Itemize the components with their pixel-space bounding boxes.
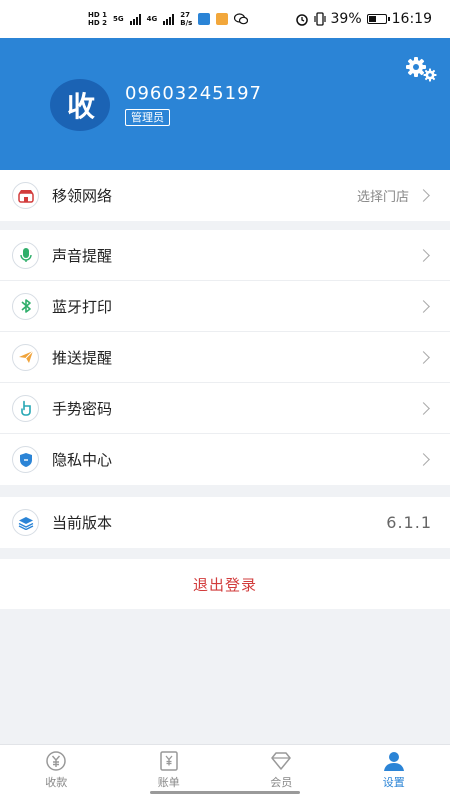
- network-5g-label: 5G: [112, 15, 124, 23]
- logout-button[interactable]: 退出登录: [0, 559, 450, 609]
- nav-label: 账单: [157, 776, 180, 789]
- chevron-right-icon: [417, 453, 430, 466]
- nav-label: 收款: [45, 776, 68, 789]
- version-label: 当前版本: [52, 514, 113, 532]
- settings-item-label: 手势密码: [52, 399, 113, 418]
- user-account: 09603245197: [125, 83, 262, 104]
- battery-percent: 39%: [330, 11, 362, 27]
- home-indicator[interactable]: [150, 791, 300, 794]
- chevron-right-icon: [417, 401, 430, 415]
- role-badge: 管理员: [125, 109, 170, 126]
- store-group: 移领网络 选择门店: [0, 170, 450, 221]
- settings-item-sound[interactable]: 声音提醒: [0, 230, 450, 281]
- signal-icon: [129, 13, 141, 25]
- nav-item-settings[interactable]: 设置: [338, 745, 450, 800]
- shield-icon: [12, 446, 39, 473]
- settings-item-label: 声音提醒: [52, 246, 113, 265]
- vibrate-icon: [313, 12, 326, 26]
- status-left: HD 1 HD 2 5G 4G 27 B/s: [88, 11, 249, 27]
- settings-item-label: 隐私中心: [52, 451, 113, 469]
- bill-icon: [160, 751, 178, 771]
- speed-unit: B/s: [180, 19, 193, 27]
- store-row[interactable]: 移领网络 选择门店: [0, 170, 450, 221]
- status-bar: HD 1 HD 2 5G 4G 27 B/s 39% 16:19: [0, 0, 450, 38]
- settings-gear-icon[interactable]: [404, 56, 438, 82]
- diamond-icon: [271, 752, 291, 770]
- chevron-right-icon: [417, 189, 430, 202]
- chevron-right-icon: [417, 299, 430, 313]
- message-notification-icon: [216, 13, 229, 25]
- nav-item-collect[interactable]: 收款: [0, 745, 113, 800]
- hd1-indicator: HD 1: [88, 11, 107, 19]
- profile-header: 收 09603245197 管理员: [0, 38, 450, 170]
- clock: 16:19: [391, 11, 432, 27]
- store-icon: [12, 182, 39, 209]
- alarm-icon: [295, 14, 308, 26]
- hd2-indicator: HD 2: [88, 19, 107, 27]
- signal-icon-2: [163, 13, 175, 25]
- settings-item-label: 蓝牙打印: [52, 297, 113, 316]
- settings-item-gesture[interactable]: 手势密码: [0, 383, 450, 434]
- bluetooth-icon: [12, 292, 39, 320]
- microphone-icon: [12, 241, 39, 269]
- user-icon: [383, 752, 404, 771]
- speed-value: 27: [180, 11, 190, 19]
- hand-icon: [12, 394, 39, 422]
- settings-item-privacy[interactable]: 隐私中心: [0, 434, 450, 485]
- store-name: 移领网络: [52, 187, 113, 205]
- status-right: 39% 16:19: [295, 11, 432, 27]
- app-logo: 收: [50, 79, 110, 131]
- settings-item-push[interactable]: 推送提醒: [0, 332, 450, 383]
- network-4g-label: 4G: [146, 15, 158, 23]
- settings-item-label: 推送提醒: [52, 348, 113, 367]
- select-store-label: 选择门店: [356, 190, 409, 205]
- nav-label: 设置: [382, 776, 405, 789]
- version-value: 6.1.1: [386, 513, 432, 532]
- chevron-right-icon: [417, 248, 430, 262]
- version-row: 当前版本 6.1.1: [0, 497, 450, 548]
- settings-list: 声音提醒 蓝牙打印 推送提醒 手势密码 隐私中心: [0, 230, 450, 485]
- app-notification-icon: [198, 13, 211, 25]
- battery-icon: [366, 14, 390, 24]
- yuan-circle-icon: [46, 751, 66, 771]
- settings-item-bluetooth[interactable]: 蓝牙打印: [0, 281, 450, 332]
- wechat-icon: [234, 13, 249, 25]
- layers-icon: [12, 509, 39, 536]
- version-group: 当前版本 6.1.1: [0, 497, 450, 548]
- paper-plane-icon: [12, 343, 39, 371]
- chevron-right-icon: [417, 350, 430, 364]
- nav-label: 会员: [270, 776, 293, 789]
